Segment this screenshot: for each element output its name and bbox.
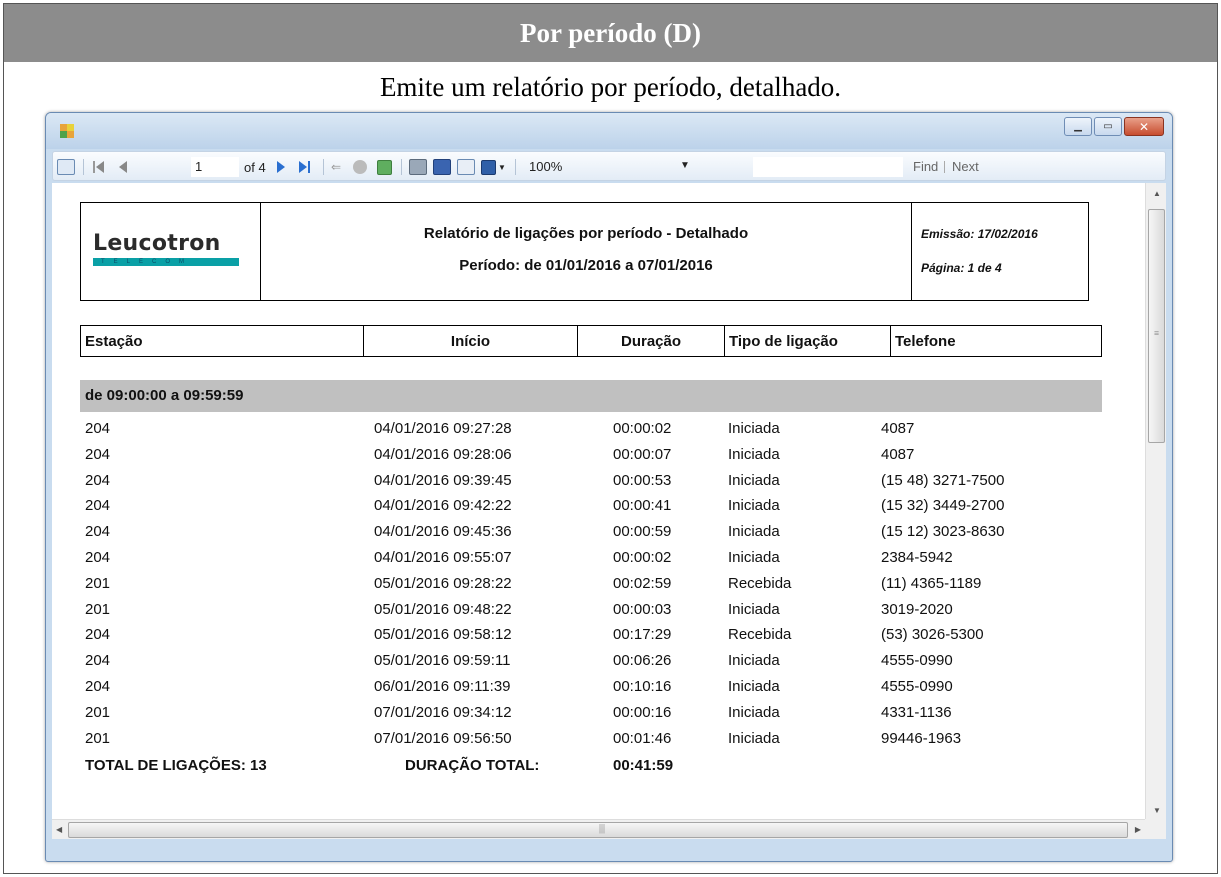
page-count: of 4	[244, 159, 266, 175]
print-layout-icon[interactable]	[433, 157, 451, 177]
column-header-row: Estação Início Duração Tipo de ligação T…	[80, 325, 1102, 357]
table-row: 204 05/01/2016 09:58:12 00:17:29 Recebid…	[85, 626, 984, 644]
table-row: 201 07/01/2016 09:34:12 00:00:16 Iniciad…	[85, 703, 952, 721]
zoom-select[interactable]: 100%	[525, 157, 675, 177]
find-input[interactable]	[753, 157, 903, 177]
report-period: Período: de 01/01/2016 a 07/01/2016	[459, 257, 713, 274]
report-viewer-window: ▁ ▭ ✕ 1 of 4 ⇐ ▼ 100% ▼ Find Next Leucot…	[45, 112, 1173, 862]
total-duration-label: DURAÇÃO TOTAL:	[405, 757, 540, 774]
app-icon	[60, 124, 74, 138]
column-header-telefone: Telefone	[895, 332, 956, 350]
document-frame: Por período (D) Emite um relatório por p…	[3, 3, 1218, 874]
horizontal-scrollbar[interactable]: ◀ ||| ▶	[52, 819, 1145, 839]
table-row: 204 06/01/2016 09:11:39 00:10:16 Iniciad…	[85, 677, 953, 695]
total-calls-label: TOTAL DE LIGAÇÕES: 13	[85, 757, 267, 774]
close-button[interactable]: ✕	[1124, 117, 1164, 136]
print-icon[interactable]	[409, 157, 427, 177]
document-subtitle: Emite um relatório por período, detalhad…	[379, 71, 842, 102]
last-page-icon[interactable]	[299, 157, 310, 177]
maximize-button[interactable]: ▭	[1094, 117, 1122, 136]
table-row: 204 04/01/2016 09:28:06 00:00:07 Iniciad…	[85, 445, 915, 463]
company-logo: Leucotron TELECOM	[93, 231, 243, 266]
column-header-estacao: Estação	[81, 326, 364, 356]
scroll-left-icon[interactable]: ◀	[56, 825, 62, 834]
time-group-header: de 09:00:00 a 09:59:59	[80, 380, 1102, 412]
document-map-toggle-icon[interactable]	[57, 157, 75, 177]
scroll-down-icon[interactable]: ▼	[1153, 806, 1161, 815]
refresh-icon[interactable]	[377, 157, 392, 177]
previous-page-icon[interactable]	[119, 157, 127, 177]
next-page-icon[interactable]	[277, 157, 285, 177]
stop-icon[interactable]	[353, 157, 367, 177]
column-header-duracao: Duração	[578, 326, 725, 356]
next-link[interactable]: Next	[952, 157, 979, 177]
export-icon[interactable]: ▼	[481, 157, 506, 177]
report-page: Leucotron TELECOM Relatório de ligações …	[52, 183, 1145, 819]
report-header-box: Leucotron TELECOM Relatório de ligações …	[80, 202, 1089, 301]
current-page-input[interactable]: 1	[191, 157, 239, 177]
table-row: 204 04/01/2016 09:55:07 00:00:02 Iniciad…	[85, 548, 953, 566]
scroll-up-icon[interactable]: ▲	[1153, 189, 1161, 198]
vertical-scroll-thumb[interactable]: ≡	[1148, 209, 1165, 443]
zoom-dropdown-icon[interactable]: ▼	[680, 160, 690, 171]
document-header: Por período (D)	[4, 4, 1217, 62]
total-duration-value: 00:41:59	[613, 757, 674, 774]
table-row: 204 05/01/2016 09:59:11 00:06:26 Iniciad…	[85, 652, 953, 670]
vertical-scrollbar[interactable]: ▲ ≡ ▼	[1145, 183, 1166, 819]
table-row: 201 05/01/2016 09:48:22 00:00:03 Iniciad…	[85, 600, 953, 618]
table-row: 204 04/01/2016 09:27:28 00:00:02 Iniciad…	[85, 420, 915, 437]
report-title: Relatório de ligações por período - Deta…	[423, 225, 749, 242]
report-emission-date: Emissão: 17/02/2016	[921, 227, 1038, 241]
table-row: 201 07/01/2016 09:56:50 00:01:46 Iniciad…	[85, 729, 962, 747]
table-row: 204 04/01/2016 09:39:45 00:00:53 Iniciad…	[85, 471, 1005, 489]
first-page-icon[interactable]	[93, 157, 104, 177]
report-rows: 204 04/01/2016 09:27:28 00:00:02 Iniciad…	[80, 417, 1102, 752]
table-row: 204 04/01/2016 09:45:36 00:00:59 Iniciad…	[85, 523, 1005, 541]
column-header-tipo: Tipo de ligação	[725, 326, 891, 356]
horizontal-scroll-thumb[interactable]: |||	[68, 822, 1128, 838]
column-header-inicio: Início	[364, 326, 578, 356]
minimize-button[interactable]: ▁	[1064, 117, 1092, 136]
report-totals: TOTAL DE LIGAÇÕES: 13 DURAÇÃO TOTAL: 00:…	[80, 754, 1102, 780]
page-setup-icon[interactable]	[457, 157, 475, 177]
table-row: 204 04/01/2016 09:42:22 00:00:41 Iniciad…	[85, 497, 1005, 515]
resize-grip[interactable]	[1145, 819, 1166, 839]
scroll-right-icon[interactable]: ▶	[1135, 825, 1141, 834]
table-row: 201 05/01/2016 09:28:22 00:02:59 Recebid…	[85, 574, 982, 592]
report-page-number: Página: 1 de 4	[921, 261, 1002, 275]
window-titlebar[interactable]: ▁ ▭ ✕	[46, 113, 1172, 149]
find-link[interactable]: Find	[913, 157, 938, 177]
back-icon[interactable]: ⇐	[331, 157, 341, 177]
report-toolbar: 1 of 4 ⇐ ▼ 100% ▼ Find Next	[52, 151, 1166, 181]
